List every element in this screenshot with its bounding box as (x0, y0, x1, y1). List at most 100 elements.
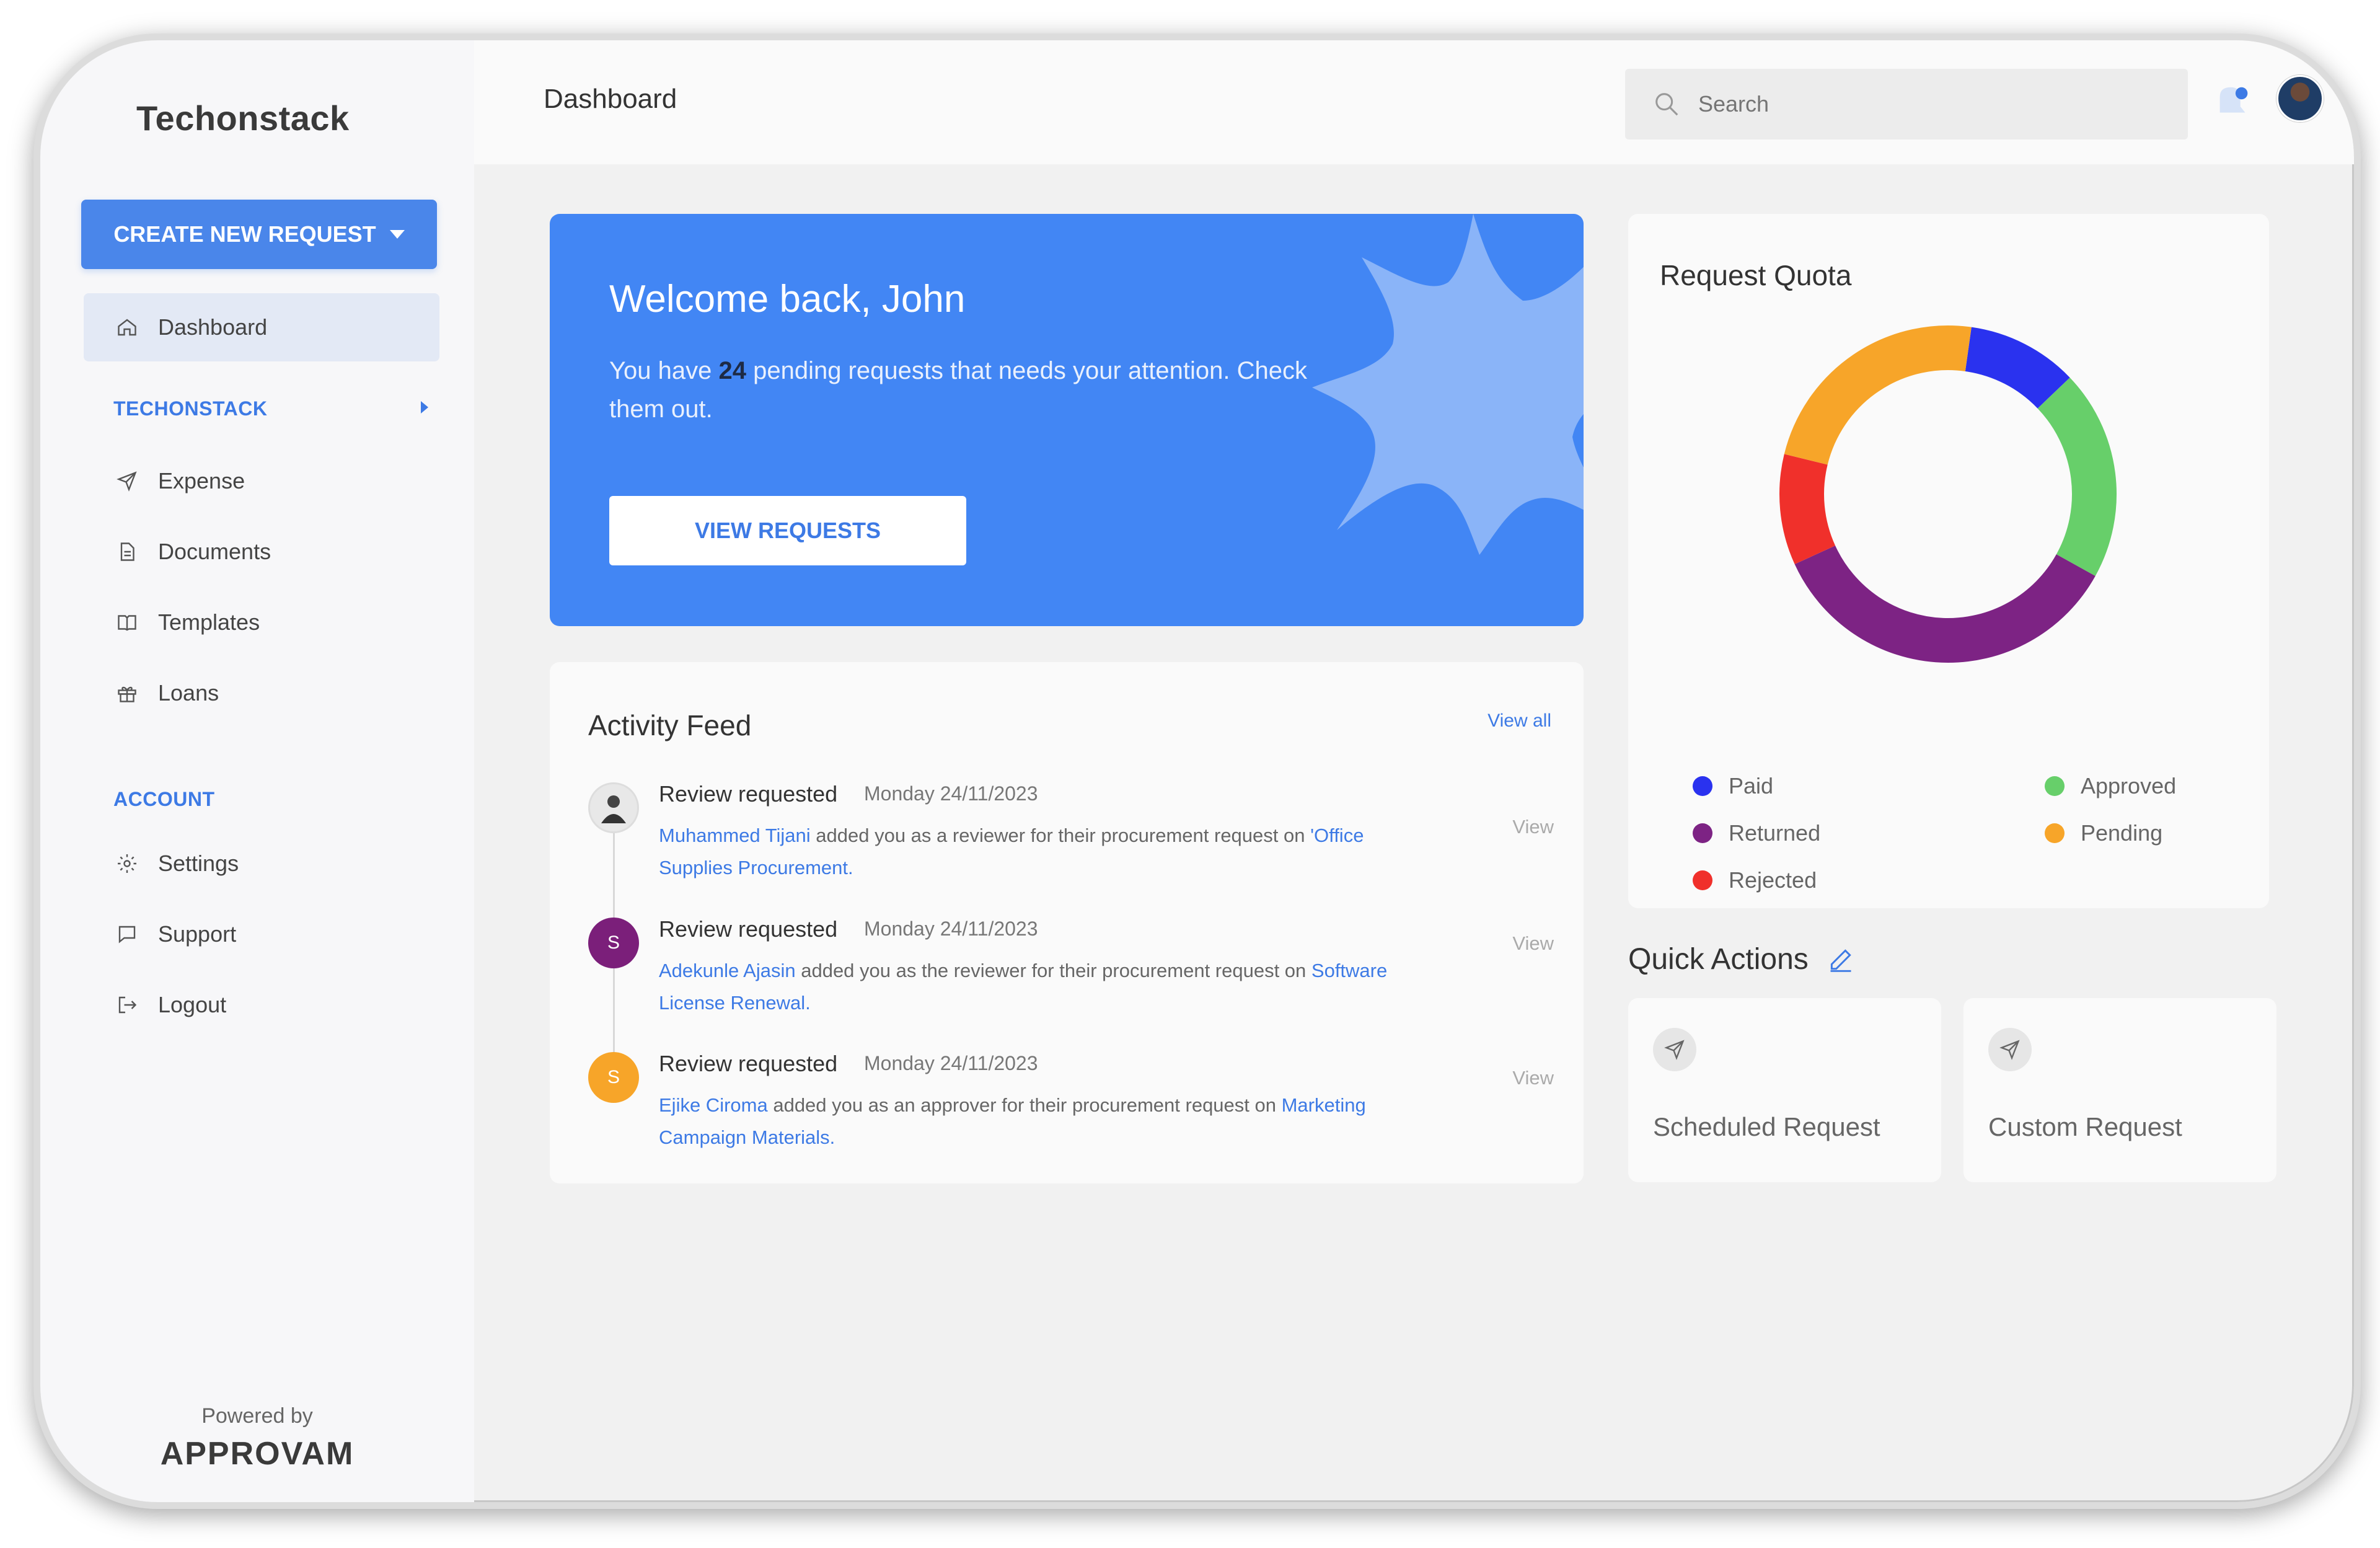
app-window: Techonstack CREATE NEW REQUEST Dashboard… (40, 40, 2354, 1502)
powered-by-label: Powered by (201, 1404, 313, 1428)
legend-item-paid: Paid (1693, 773, 1773, 799)
search-input[interactable] (1698, 91, 1986, 117)
legend-item-pending: Pending (2045, 820, 2162, 846)
feed-view-link[interactable]: View (1512, 1067, 1554, 1089)
search-bar[interactable] (1625, 69, 2188, 139)
logout-icon (115, 993, 139, 1017)
feed-description: Ejike Ciroma added you as an approver fo… (659, 1089, 1403, 1154)
feed-heading: Review requested (659, 916, 838, 942)
feed-view-link[interactable]: View (1512, 932, 1554, 955)
avatar (588, 782, 639, 833)
edit-pencil-icon[interactable] (1827, 946, 1854, 973)
donut-slice-pending (1784, 325, 1972, 466)
sidebar-item-templates[interactable]: Templates (84, 588, 439, 657)
welcome-title: Welcome back, John (609, 278, 966, 321)
chevron-down-icon (389, 230, 405, 239)
sidebar-item-documents[interactable]: Documents (84, 518, 439, 586)
topbar: Dashboard (474, 40, 2354, 164)
quick-action-custom-request[interactable]: Custom Request (1963, 998, 2276, 1182)
gift-icon (115, 681, 139, 705)
search-icon (1655, 93, 1678, 116)
feed-item: S Review requested Monday 24/11/2023 Ade… (588, 909, 1555, 1033)
section-label-techonstack: TECHONSTACK (113, 397, 268, 420)
legend-item-returned: Returned (1693, 820, 1820, 846)
feed-description: Muhammed Tijani added you as a reviewer … (659, 820, 1403, 884)
sidebar-item-settings[interactable]: Settings (84, 829, 439, 898)
create-new-request-button[interactable]: CREATE NEW REQUEST (81, 200, 437, 269)
legend-label: Rejected (1729, 867, 1817, 893)
page-title: Dashboard (544, 84, 677, 114)
legend-label: Approved (2081, 773, 2177, 798)
device-frame: Techonstack CREATE NEW REQUEST Dashboard… (33, 33, 2361, 1509)
request-quota-title: Request Quota (1660, 259, 1852, 291)
quick-action-label: Scheduled Request (1653, 1112, 1880, 1141)
avatar: S (588, 918, 639, 968)
welcome-text-start: You have (609, 357, 719, 384)
sidebar-item-logout[interactable]: Logout (84, 971, 439, 1039)
sidebar-item-label: Support (158, 921, 237, 947)
quick-actions-title: Quick Actions (1628, 943, 1809, 976)
quick-actions-header: Quick Actions (1628, 942, 1854, 976)
send-icon (1653, 1028, 1696, 1071)
legend-label: Paid (1729, 773, 1774, 798)
feed-description: Adekunle Ajasin added you as the reviewe… (659, 955, 1403, 1019)
request-quota-donut-chart (1779, 325, 2117, 663)
brand-logo: Techonstack (136, 99, 350, 138)
sidebar-item-label: Settings (158, 851, 239, 876)
legend-item-approved: Approved (2045, 773, 2176, 799)
sidebar-item-label: Documents (158, 539, 271, 564)
chevron-right-icon[interactable] (421, 401, 428, 414)
sidebar-item-support[interactable]: Support (84, 900, 439, 968)
sidebar-item-label: Loans (158, 680, 219, 705)
welcome-message: You have 24 pending requests that needs … (609, 352, 1341, 428)
legend-dot (1693, 776, 1712, 796)
powered-by-brand: APPROVAM (160, 1436, 355, 1472)
sidebar-item-label: Dashboard (158, 314, 268, 340)
sidebar-item-label: Templates (158, 609, 260, 635)
home-icon (115, 315, 139, 340)
book-icon (115, 610, 139, 635)
pending-count: 24 (718, 357, 746, 384)
sidebar: Techonstack CREATE NEW REQUEST Dashboard… (40, 40, 474, 1502)
donut-slice-approved (2037, 378, 2117, 577)
donut-slice-paid (1965, 327, 2070, 409)
legend-item-rejected: Rejected (1693, 867, 1817, 893)
sidebar-item-expense[interactable]: Expense (84, 447, 439, 515)
feed-user-link[interactable]: Muhammed Tijani (659, 825, 811, 846)
legend-dot (2045, 823, 2065, 843)
gear-icon (115, 851, 139, 876)
feed-item: S Review requested Monday 24/11/2023 Eji… (588, 1043, 1555, 1167)
document-icon (115, 539, 139, 564)
feed-user-link[interactable]: Ejike Ciroma (659, 1094, 768, 1116)
sidebar-item-label: Logout (158, 992, 227, 1017)
send-icon (115, 469, 139, 493)
feed-user-link[interactable]: Adekunle Ajasin (659, 960, 796, 981)
section-label-account: ACCOUNT (113, 788, 215, 810)
request-quota-card: Request Quota Paid Approved Returned Pen… (1628, 214, 2269, 908)
view-all-link[interactable]: View all (1488, 710, 1551, 732)
sidebar-item-dashboard[interactable]: Dashboard (84, 293, 439, 361)
legend-dot (2045, 776, 2065, 796)
quick-action-label: Custom Request (1988, 1112, 2182, 1141)
send-icon (1988, 1028, 2032, 1071)
feed-date: Monday 24/11/2023 (864, 782, 1038, 805)
welcome-banner: Welcome back, John You have 24 pending r… (550, 214, 1584, 626)
donut-slice-returned (1794, 545, 2096, 663)
view-requests-button[interactable]: VIEW REQUESTS (609, 496, 966, 565)
feed-action-text: added you as the reviewer for their proc… (795, 960, 1311, 981)
legend-dot (1693, 823, 1712, 843)
feed-action-text: added you as a reviewer for their procur… (810, 825, 1311, 846)
notification-icon[interactable] (2215, 82, 2252, 126)
activity-feed-title: Activity Feed (588, 709, 752, 741)
quick-action-scheduled-request[interactable]: Scheduled Request (1628, 998, 1941, 1182)
sidebar-item-loans[interactable]: Loans (84, 659, 439, 727)
feed-heading: Review requested (659, 1051, 838, 1076)
feed-date: Monday 24/11/2023 (864, 918, 1038, 940)
feed-date: Monday 24/11/2023 (864, 1052, 1038, 1074)
user-avatar[interactable] (2276, 75, 2324, 122)
create-button-label: CREATE NEW REQUEST (113, 221, 376, 247)
feed-view-link[interactable]: View (1512, 816, 1554, 838)
donut-slice-rejected (1779, 454, 1836, 565)
legend-label: Pending (2081, 820, 2163, 846)
feed-action-text: added you as an approver for their procu… (767, 1094, 1282, 1116)
